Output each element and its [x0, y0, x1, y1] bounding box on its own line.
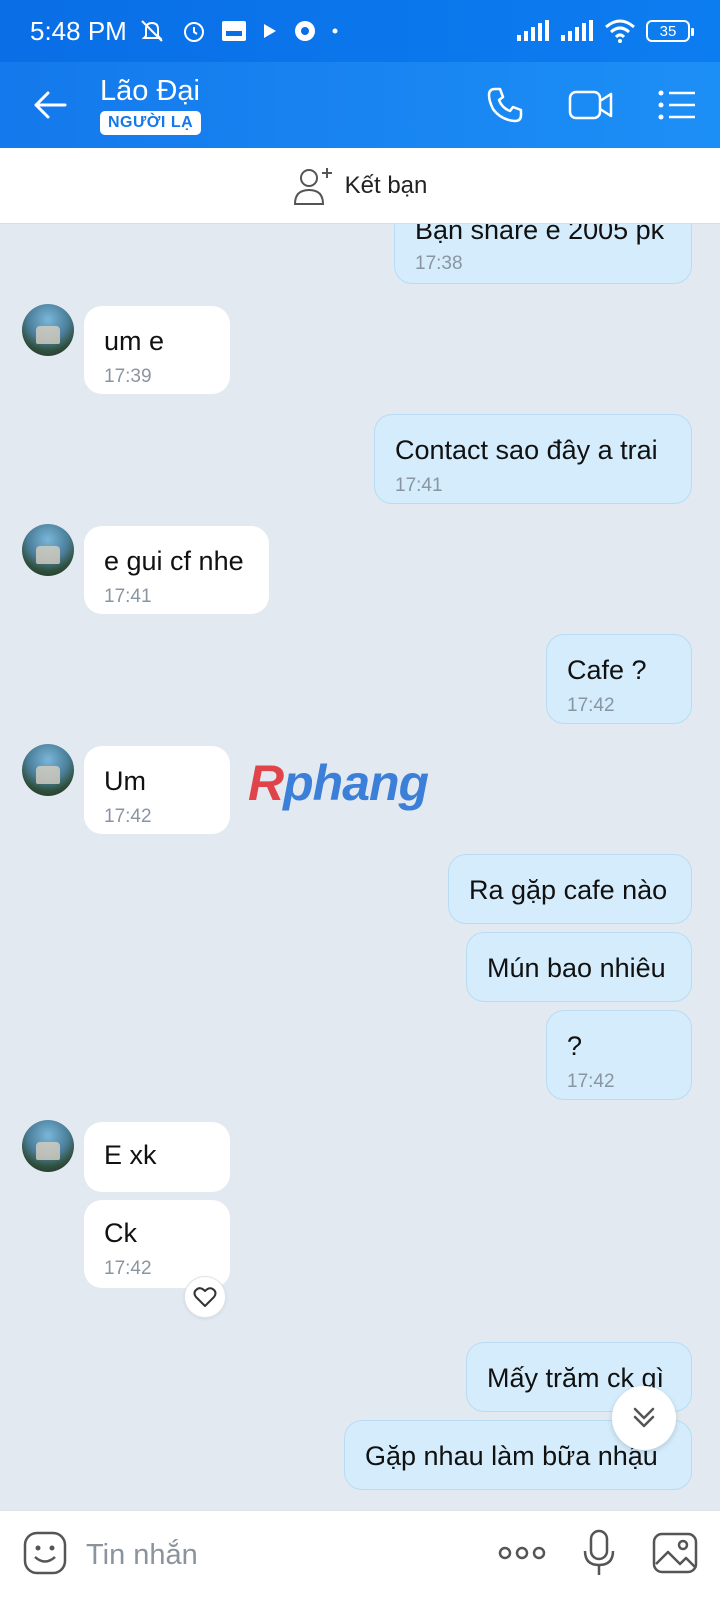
message-text: e gui cf nhe [104, 546, 244, 576]
chrome-icon [293, 19, 317, 43]
message-text: Mún bao nhiêu [487, 953, 666, 983]
call-button[interactable] [462, 62, 548, 148]
signal-icon [516, 20, 550, 42]
message-time: 17:41 [395, 475, 443, 496]
video-camera-icon [568, 90, 613, 120]
message-time: 17:42 [567, 1071, 615, 1092]
header-actions [462, 62, 720, 148]
list-menu-icon [658, 90, 695, 120]
message-text: Bạn share e 2005 pk [415, 224, 665, 245]
add-person-icon [293, 167, 332, 205]
message-text: E xk [104, 1140, 157, 1170]
message-text: Ra gặp cafe nào [469, 875, 668, 905]
status-icons-right: 35 [516, 19, 694, 43]
pay-icon [221, 19, 247, 43]
back-arrow-icon [34, 91, 67, 119]
image-icon[interactable] [652, 1532, 698, 1579]
message-bubble-incoming[interactable]: e gui cf nhe 17:41 [84, 526, 269, 614]
stranger-badge: NGƯỜI LẠ [100, 111, 202, 135]
more-options-icon[interactable] [498, 1545, 546, 1566]
message-input-bar: Tin nhắn [0, 1510, 720, 1600]
message-bubble-incoming[interactable]: um e 17:39 [84, 306, 230, 394]
message-time: 17:42 [104, 806, 152, 827]
wifi-icon [604, 19, 636, 43]
contact-name: Lão Đại [100, 75, 200, 107]
message-bubble-outgoing[interactable]: Mún bao nhiêu [466, 932, 692, 1002]
phone-icon [487, 87, 523, 123]
add-friend-label: Kết bạn [344, 171, 428, 199]
contact-info[interactable]: Lão Đại NGƯỜI LẠ [100, 75, 202, 135]
chat-header: Lão Đại NGƯỜI LẠ [0, 62, 720, 148]
message-text: Um [104, 766, 146, 796]
watermark-logo: Rphang [248, 755, 429, 811]
message-bubble-outgoing[interactable]: Ra gặp cafe nào [448, 854, 692, 924]
message-bubble-outgoing[interactable]: Bạn share e 2005 pk 17:38 [394, 224, 692, 284]
chat-area[interactable]: Bạn share e 2005 pk 17:38 um e 17:39 Con… [0, 224, 720, 1510]
add-friend-button[interactable]: Kết bạn [0, 148, 720, 224]
microphone-icon[interactable] [582, 1529, 616, 1582]
message-bubble-incoming[interactable]: Um 17:42 [84, 746, 230, 834]
status-time: 5:48 PM [30, 15, 127, 46]
input-actions [498, 1529, 698, 1582]
message-bubble-outgoing[interactable]: Contact sao đây a trai 17:41 [374, 414, 692, 504]
message-time: 17:38 [415, 253, 463, 274]
message-bubble-incoming[interactable]: E xk [84, 1122, 230, 1192]
avatar[interactable] [22, 304, 74, 356]
back-button[interactable] [0, 62, 100, 148]
heart-icon [193, 1287, 217, 1307]
double-chevron-down-icon [633, 1407, 655, 1428]
message-bubble-outgoing[interactable]: Cafe ? 17:42 [546, 634, 692, 724]
message-text: Cafe ? [567, 655, 647, 685]
message-time: 17:42 [104, 1258, 152, 1279]
message-time: 17:41 [104, 586, 152, 607]
status-bar: 5:48 PM 35 [0, 0, 720, 62]
message-text: Ck [104, 1218, 137, 1248]
message-time: 17:42 [567, 695, 615, 716]
scroll-to-bottom-button[interactable] [612, 1386, 676, 1450]
message-text: Gặp nhau làm bữa nhậu [365, 1441, 658, 1471]
avatar[interactable] [22, 524, 74, 576]
message-bubble-outgoing[interactable]: ? 17:42 [546, 1010, 692, 1100]
play-icon [261, 21, 279, 41]
battery-icon: 35 [646, 20, 694, 42]
video-call-button[interactable] [548, 62, 634, 148]
message-text: Contact sao đây a trai [395, 435, 658, 465]
alarm-icon [181, 18, 207, 44]
dot-icon [331, 27, 339, 35]
avatar[interactable] [22, 1120, 74, 1172]
message-text: um e [104, 326, 165, 356]
react-button[interactable] [184, 1276, 226, 1318]
signal-icon [560, 20, 594, 42]
emoji-icon[interactable] [22, 1530, 68, 1581]
message-time: 17:39 [104, 366, 152, 387]
status-icons-left [137, 18, 339, 44]
message-bubble-incoming[interactable]: Ck 17:42 [84, 1200, 230, 1288]
message-input[interactable]: Tin nhắn [86, 1539, 198, 1572]
menu-button[interactable] [634, 62, 720, 148]
avatar[interactable] [22, 744, 74, 796]
message-text: ? [567, 1031, 583, 1061]
mute-icon [137, 18, 167, 44]
